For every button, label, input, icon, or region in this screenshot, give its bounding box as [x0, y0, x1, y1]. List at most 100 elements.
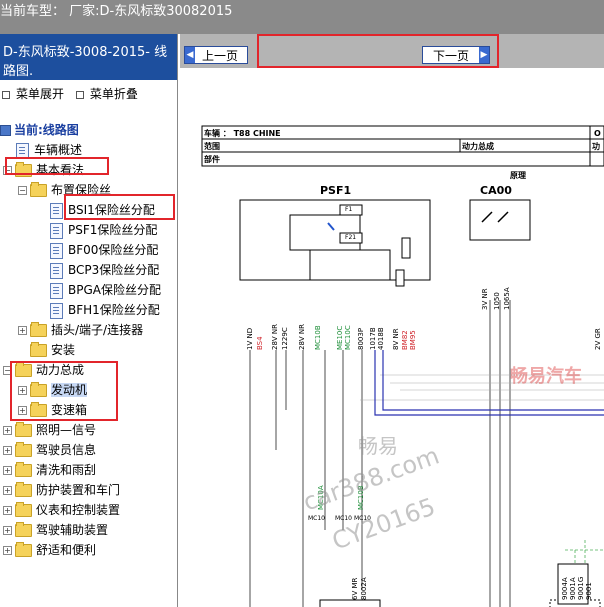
- f1-label: F1: [345, 206, 353, 213]
- pin-label: ME10C: [336, 325, 344, 350]
- pin-label: MC10B: [314, 325, 322, 350]
- tree-item-bf00[interactable]: BF00保险丝分配: [50, 240, 158, 260]
- tree-item-bcp3[interactable]: BCP3保险丝分配: [50, 260, 159, 280]
- highlight-box: [5, 157, 109, 175]
- prev-page-button[interactable]: ◀ 上一页: [184, 46, 248, 64]
- tree-label: BF00保险丝分配: [68, 243, 159, 257]
- tree-label: 驾驶辅助装置: [36, 523, 109, 537]
- folder-icon: [15, 462, 32, 477]
- expand-all-button[interactable]: 菜单展开: [2, 87, 64, 101]
- expand-icon[interactable]: +: [18, 326, 27, 335]
- expand-icon[interactable]: +: [3, 526, 12, 535]
- arrow-left-icon: ◀: [185, 47, 195, 63]
- document-icon: [50, 222, 63, 239]
- tree-item-install[interactable]: 安装: [30, 340, 75, 360]
- prev-page-label: 上一页: [201, 49, 238, 63]
- pin-label: 8V NR: [392, 328, 400, 350]
- tree-label: BFH1保险丝分配: [68, 303, 160, 317]
- tree-label: 安装: [51, 343, 76, 357]
- pin-label: 3V NR: [481, 288, 489, 310]
- folder-icon: [15, 422, 32, 437]
- folder-icon: [15, 542, 32, 557]
- pin-label: 1017B: [369, 327, 377, 350]
- pin-label: BM95: [409, 330, 417, 350]
- expand-icon[interactable]: +: [3, 466, 12, 475]
- pin-label: 9001A: [569, 577, 577, 600]
- wiring-diagram: 车辆 ： T88 CHINE O 范围 动力总成 功 部件 原理 PSF1 CA…: [180, 70, 604, 607]
- tree-item-psf1[interactable]: PSF1保险丝分配: [50, 220, 157, 240]
- tree-label: BCP3保险丝分配: [68, 263, 160, 277]
- pin-label: 6V MR: [351, 577, 359, 600]
- folder-icon: [15, 502, 32, 517]
- computer-icon: [0, 125, 11, 136]
- part-label: 部件: [204, 155, 220, 164]
- folder-icon: [30, 322, 47, 337]
- document-icon: [50, 202, 63, 219]
- expand-all-label: 菜单展开: [16, 87, 65, 101]
- pin-label: 1065A: [503, 287, 511, 310]
- col-func-label: 功: [592, 142, 600, 151]
- expand-icon[interactable]: +: [3, 506, 12, 515]
- ca00-label: CA00: [480, 184, 512, 197]
- sidebar-header: D-东风标致-3008-2015- 线路图.: [0, 34, 177, 80]
- tree-label: 插头/端子/连接器: [51, 323, 144, 337]
- folder-icon: [15, 442, 32, 457]
- pin-label: 1V ND: [246, 327, 254, 350]
- tree-item-protection-doors[interactable]: + 防护装置和车门: [3, 480, 120, 500]
- highlight-box: [64, 194, 175, 220]
- f21-label: F21: [345, 234, 357, 241]
- document-icon: [50, 302, 63, 319]
- powertrain-label: 动力总成: [462, 142, 494, 151]
- collapse-all-button[interactable]: 菜单折叠: [75, 87, 138, 101]
- tree-label: 仪表和控制装置: [36, 503, 121, 517]
- sidebar: D-东风标致-3008-2015- 线路图. 菜单展开 菜单折叠 当前:线路图 …: [0, 34, 178, 607]
- tree-item-connectors[interactable]: + 插头/端子/连接器: [18, 320, 143, 340]
- psf1-label: PSF1: [320, 184, 352, 197]
- tree-label: BPGA保险丝分配: [68, 283, 161, 297]
- vehicle-label: 车辆 ： T88 CHINE: [204, 129, 281, 138]
- highlight-box: [257, 34, 499, 68]
- pin-label: 9001: [585, 582, 593, 600]
- pin-label: MC10C: [344, 325, 352, 350]
- document-icon: [50, 262, 63, 279]
- tree-current[interactable]: 当前:线路图: [0, 120, 79, 140]
- tree-item-driving-assist[interactable]: + 驾驶辅助装置: [3, 520, 108, 540]
- pin-label: 9004A: [561, 577, 569, 600]
- expand-icon[interactable]: +: [3, 486, 12, 495]
- principle-label: 原理: [510, 171, 526, 180]
- pin-label: 4018B: [377, 327, 385, 350]
- tree-label: PSF1保险丝分配: [68, 223, 158, 237]
- title-text: 当前车型： 厂家:D-东风标致30082015: [0, 4, 233, 19]
- tree-item-bpga[interactable]: BPGA保险丝分配: [50, 280, 161, 300]
- tree-current-label: 当前:线路图: [14, 123, 79, 137]
- tree-item-wash-wipe[interactable]: + 清洗和雨刮: [3, 460, 96, 480]
- tree-item-comfort[interactable]: + 舒适和便利: [3, 540, 96, 560]
- pin-label: 1229C: [281, 327, 289, 350]
- expand-icon[interactable]: +: [3, 546, 12, 555]
- pin-label: 9001G: [577, 576, 585, 600]
- pin-label: 8002A: [360, 577, 368, 600]
- folder-icon: [30, 182, 47, 197]
- range-label: 范围: [204, 142, 220, 151]
- document-icon: [50, 242, 63, 259]
- collapse-all-label: 菜单折叠: [89, 87, 138, 101]
- pin-label: 2V GR: [594, 328, 602, 350]
- folder-icon: [15, 482, 32, 497]
- expand-icon[interactable]: +: [3, 446, 12, 455]
- menu-controls: 菜单展开 菜单折叠: [0, 80, 177, 108]
- pin-label: 28V NR: [271, 323, 279, 350]
- watermark-red: 畅易汽车: [510, 366, 582, 387]
- square-icon: [2, 90, 10, 99]
- collapse-icon[interactable]: −: [18, 186, 27, 195]
- expand-icon[interactable]: +: [3, 426, 12, 435]
- tree-item-lighting[interactable]: + 照明—信号: [3, 420, 96, 440]
- tree-item-driver-info[interactable]: + 驾驶员信息: [3, 440, 96, 460]
- tree-item-instruments[interactable]: + 仪表和控制装置: [3, 500, 120, 520]
- tree-label: 照明—信号: [36, 423, 97, 437]
- highlight-box: [10, 361, 118, 421]
- folder-icon: [30, 342, 47, 357]
- pin-label: 28V NR: [298, 323, 306, 350]
- folder-icon: [15, 522, 32, 537]
- tree-item-bfh1[interactable]: BFH1保险丝分配: [50, 300, 160, 320]
- document-icon: [50, 282, 63, 299]
